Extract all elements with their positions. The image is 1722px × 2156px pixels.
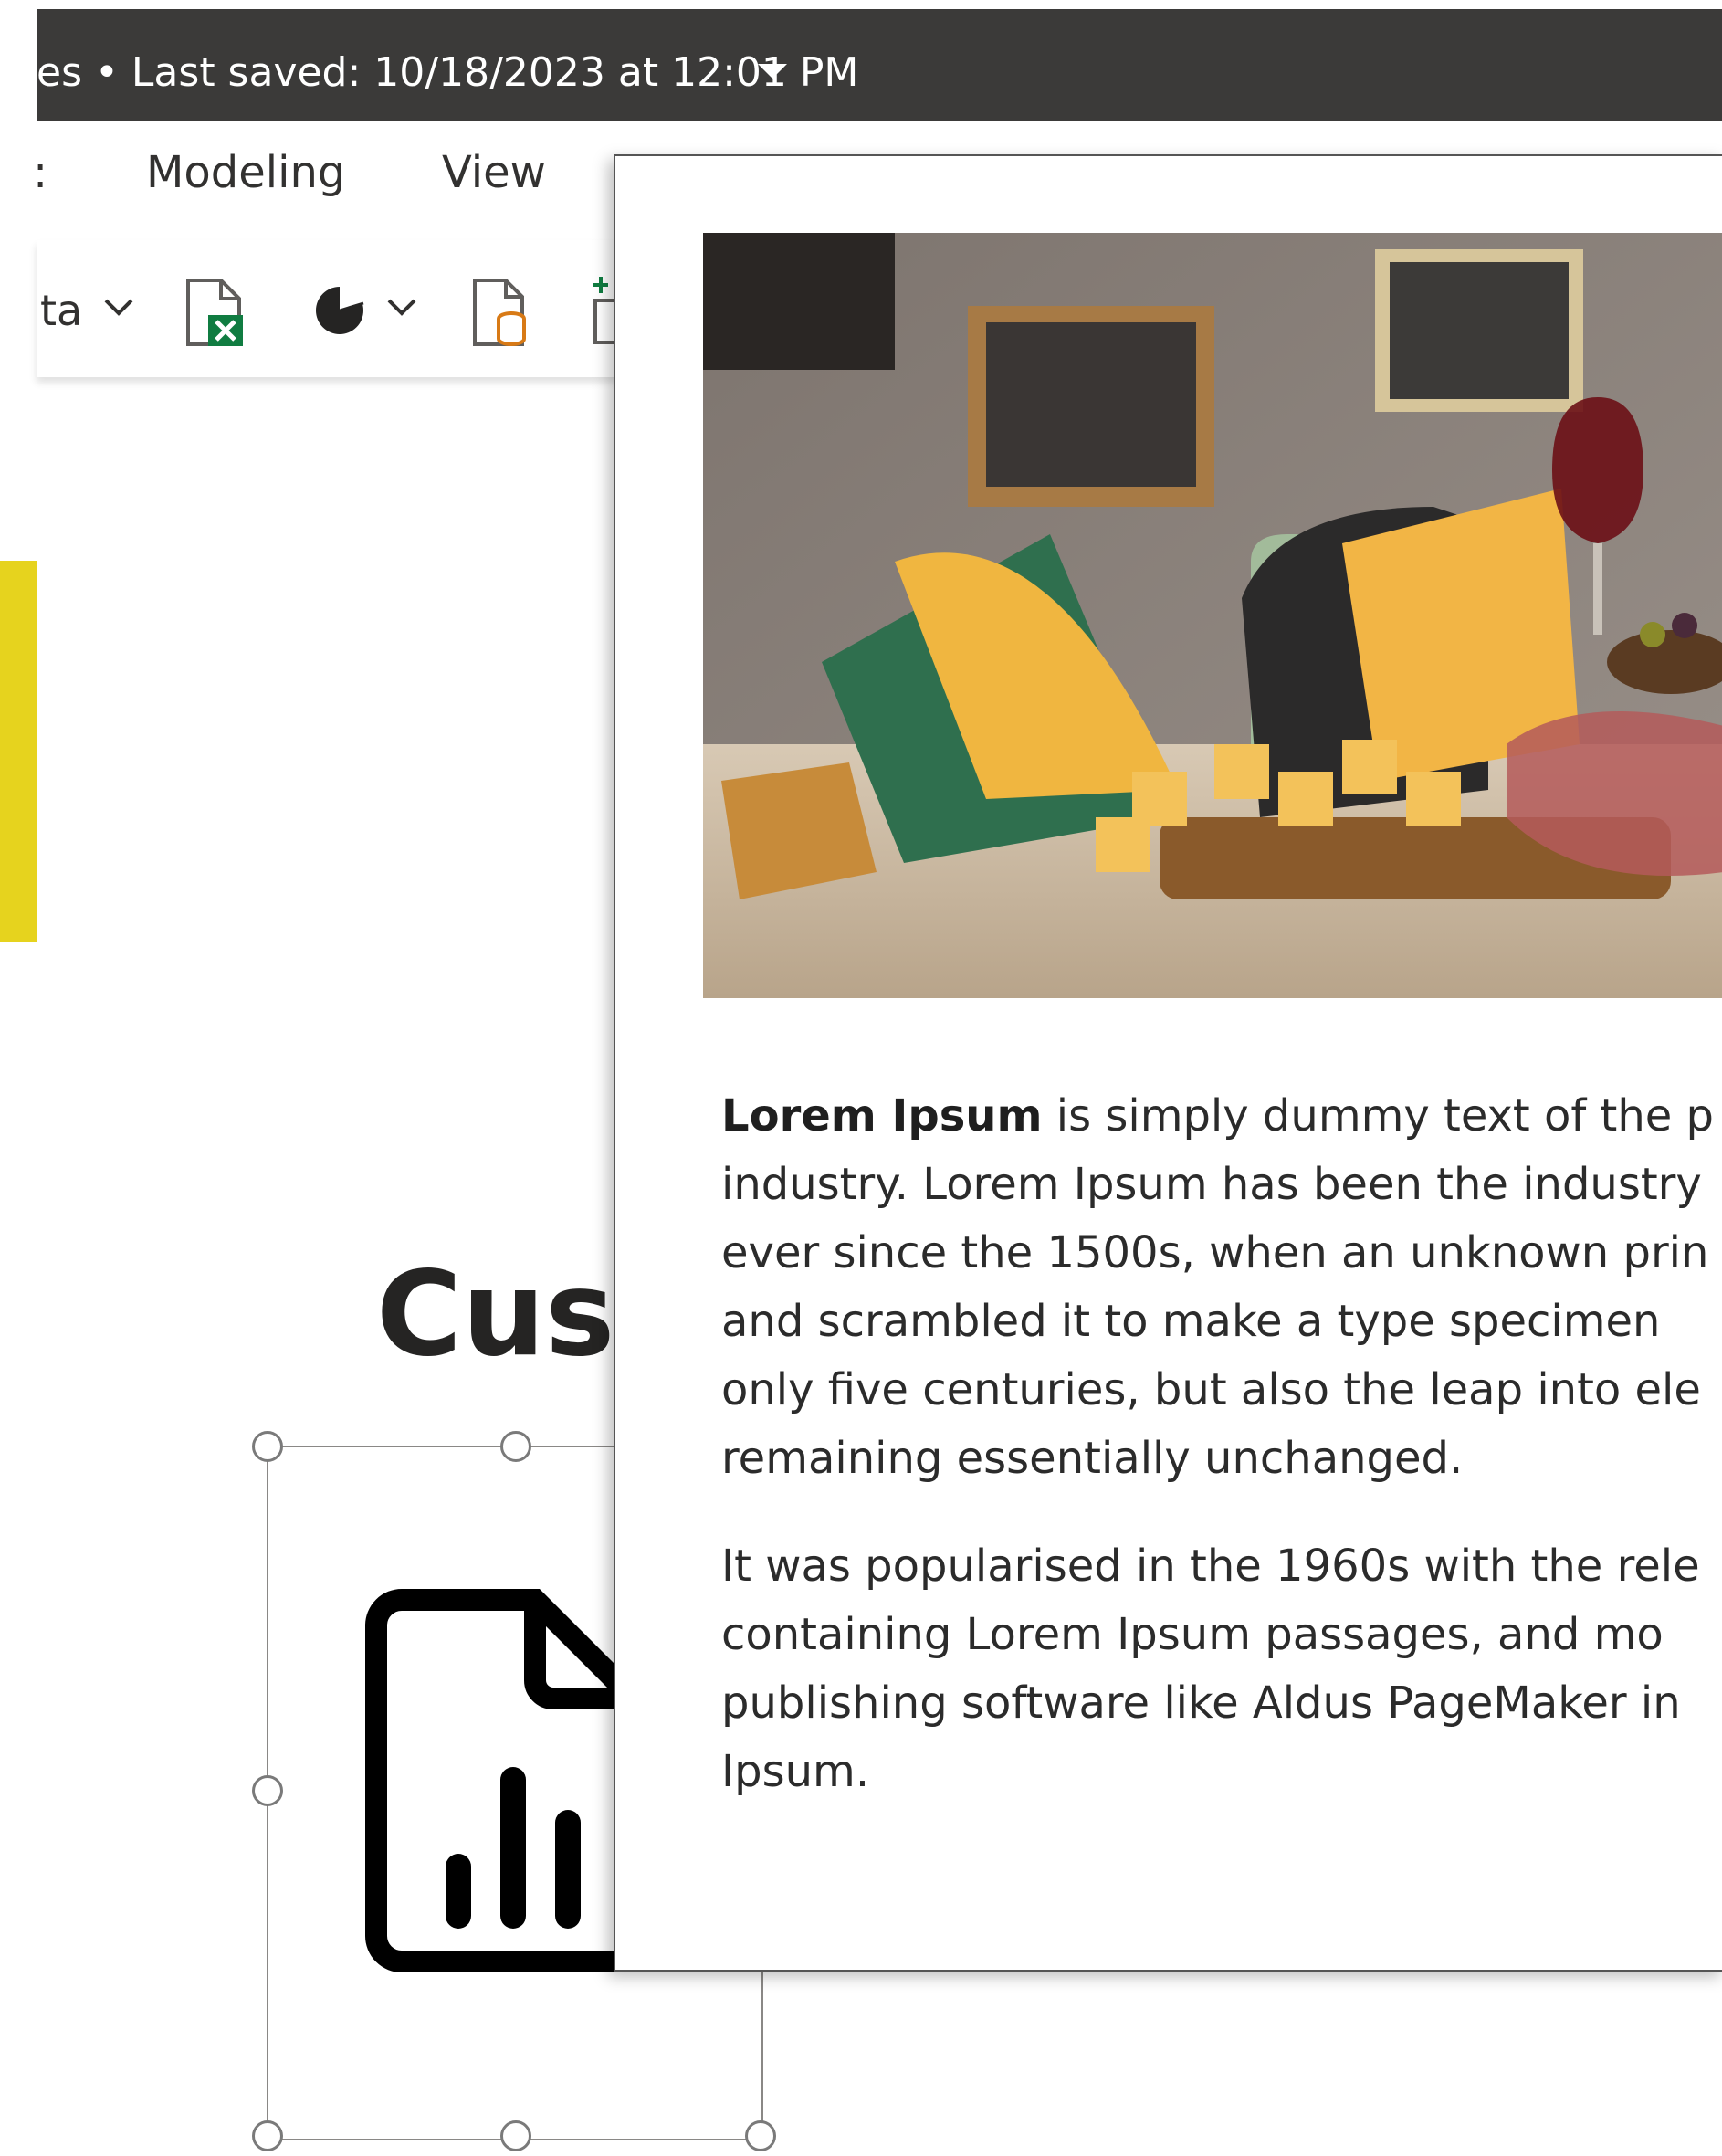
resize-handle-bottom-left[interactable]	[252, 2120, 283, 2151]
tooltip-body-text: Lorem Ipsum is simply dummy text of the …	[721, 1082, 1722, 1846]
paragraph-line: remaining essentially unchanged.	[721, 1433, 1464, 1484]
paragraph-bold-lead: Lorem Ipsum	[721, 1090, 1043, 1141]
paragraph-line: and scrambled it to make a type specimen	[721, 1296, 1661, 1347]
paragraph-line: only five centuries, but also the leap i…	[721, 1364, 1701, 1415]
paragraph-line: Lorem Ipsum is simply dummy text of the …	[721, 1082, 1722, 1151]
resize-handle-middle-left[interactable]	[252, 1775, 283, 1806]
data-hub-icon[interactable]	[310, 279, 369, 338]
tab-view[interactable]: View	[442, 147, 546, 198]
title-bar: es • Last saved: 10/18/2023 at 12:01 PM	[0, 0, 1722, 121]
paragraph-line: publishing software like Aldus PageMaker…	[721, 1677, 1681, 1729]
cheese-board-illustration	[703, 233, 1722, 998]
tab-modeling[interactable]: Modeling	[146, 147, 345, 198]
save-status-dropdown-icon[interactable]	[758, 64, 787, 79]
resize-handle-bottom-center[interactable]	[500, 2120, 531, 2151]
resize-handle-top-left[interactable]	[252, 1431, 283, 1462]
tab-partial[interactable]: :	[33, 147, 47, 198]
title-bar-dark: es • Last saved: 10/18/2023 at 12:01 PM	[37, 9, 1722, 121]
report-title: Cus	[376, 1246, 615, 1383]
accent-strip	[0, 561, 37, 942]
paragraph-line: industry. Lorem Ipsum has been the indus…	[721, 1159, 1702, 1210]
get-data-chevron-down-icon[interactable]	[100, 293, 137, 321]
tooltip-paragraph-2: It was popularised in the 1960s with the…	[721, 1532, 1722, 1806]
paragraph-line: Ipsum.	[721, 1746, 870, 1797]
resize-handle-bottom-right[interactable]	[745, 2120, 776, 2151]
cheese-board-photo	[703, 233, 1722, 998]
data-hub-chevron-down-icon[interactable]	[383, 293, 420, 321]
paragraph-line-text: is simply dummy text of the p	[1042, 1090, 1715, 1141]
paragraph-line: containing Lorem Ipsum passages, and mo	[721, 1609, 1664, 1660]
paragraph-line: It was popularised in the 1960s with the…	[721, 1541, 1700, 1592]
save-status-text: es • Last saved: 10/18/2023 at 12:01 PM	[37, 49, 859, 96]
tooltip-paragraph-1: Lorem Ipsum is simply dummy text of the …	[721, 1082, 1722, 1493]
excel-workbook-icon[interactable]	[183, 277, 247, 348]
tooltip-popup-card: Lorem Ipsum is simply dummy text of the …	[614, 154, 1722, 1972]
resize-handle-top-center[interactable]	[500, 1431, 531, 1462]
paragraph-line: ever since the 1500s, when an unknown pr…	[721, 1227, 1709, 1278]
sql-server-icon[interactable]	[469, 277, 533, 348]
get-data-button-label[interactable]: ta	[40, 286, 82, 335]
